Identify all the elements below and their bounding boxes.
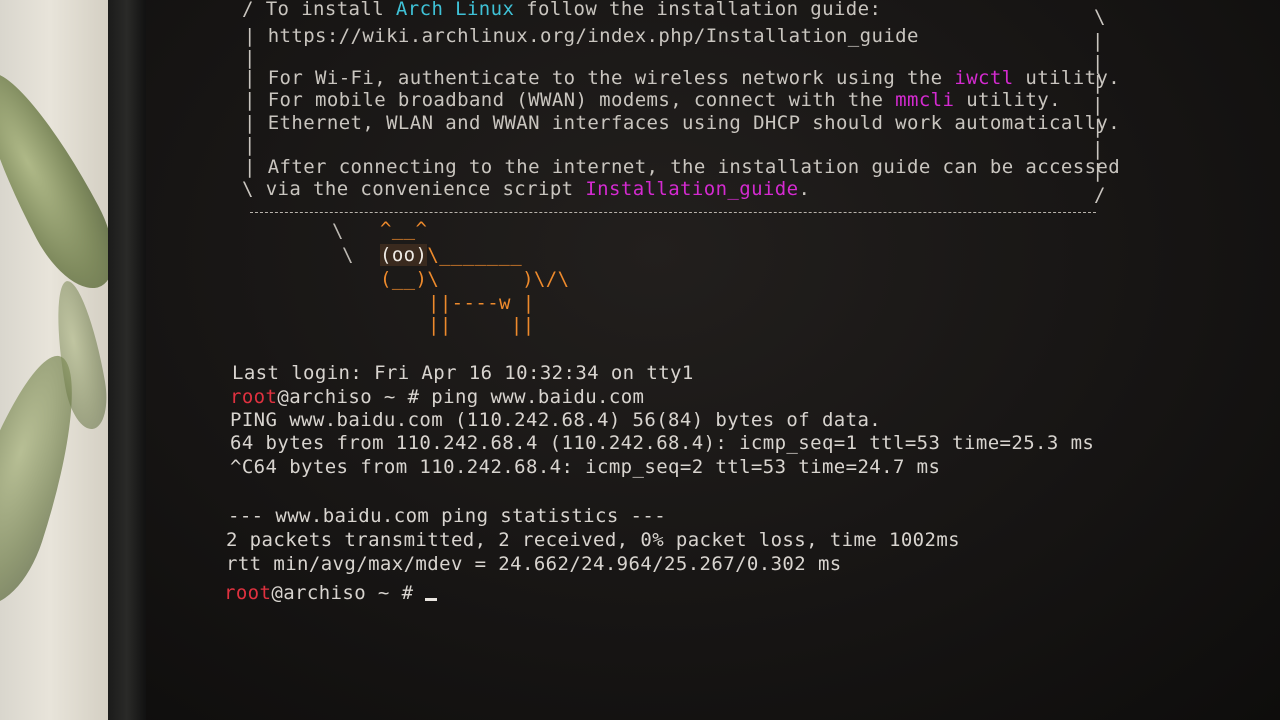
ping-stats-rtt: rtt min/avg/max/mdev = 24.662/24.964/25.… (226, 553, 842, 575)
cow-udder: ||----w | (428, 292, 535, 314)
motd-text: follow the installation guide: (514, 0, 882, 20)
motd-line-3: | For Wi-Fi, authenticate to the wireles… (244, 67, 1121, 89)
cow-rear: )\/\ (439, 268, 570, 290)
prompt-user: root (224, 582, 272, 604)
terminal-screen[interactable]: / To install Arch Linux follow the insta… (146, 0, 1280, 720)
motd-line-6: | After connecting to the internet, the … (244, 156, 1121, 178)
cow-mouth: (__)\ (380, 268, 440, 290)
cow-tail: \ (342, 244, 354, 266)
prompt-user: root (230, 386, 278, 408)
prompt-host: @archiso ~ # (277, 386, 432, 408)
entered-command: ping www.baidu.com (431, 386, 645, 408)
box-border: | (1092, 160, 1104, 182)
ping-stats-header: --- www.baidu.com ping statistics --- (228, 505, 667, 527)
arch-linux-highlight: Arch Linux (395, 0, 515, 20)
box-border: | (1092, 30, 1104, 52)
monitor-bezel (108, 0, 146, 720)
motd-line-4: | For mobile broadband (WWAN) modems, co… (244, 89, 1061, 111)
installation-guide-highlight: Installation_guide (585, 178, 799, 200)
box-border: | (1092, 72, 1104, 94)
cow-legs: || || (428, 314, 535, 336)
last-login-text: Last login: Fri Apr 16 10:32:34 on tty1 (232, 362, 694, 384)
guide-url: https://wiki.archlinux.org/index.php/Ins… (267, 25, 919, 47)
motd-text: After connecting to the internet, the in… (267, 156, 1121, 178)
ping-stats-packets: 2 packets transmitted, 2 received, 0% pa… (226, 529, 961, 551)
mmcli-highlight: mmcli (895, 89, 955, 111)
cow-body: (__)\ )\/\ (380, 268, 569, 290)
motd-text: Ethernet, WLAN and WWAN interfaces using… (267, 112, 1121, 134)
cow-back: \_______ (427, 244, 523, 266)
motd-text: via the convenience script (265, 178, 586, 200)
motd-line-7: \ via the convenience script Installatio… (242, 178, 811, 200)
motd-text: For Wi-Fi, authenticate to the wireless … (267, 67, 955, 89)
ping-reply: 64 bytes from 110.242.68.4 (110.242.68.4… (230, 432, 1095, 454)
ping-header: PING www.baidu.com (110.242.68.4) 56(84)… (230, 409, 882, 431)
box-corner: / (1094, 184, 1106, 206)
ping-reply: ^C64 bytes from 110.242.68.4: icmp_seq=2… (230, 456, 941, 478)
motd-text: For mobile broadband (WWAN) modems, conn… (267, 89, 896, 111)
motd-line-2: | https://wiki.archlinux.org/index.php/I… (244, 25, 919, 47)
motd-blank: | (244, 47, 256, 69)
cow-ears: ^__^ (380, 218, 428, 240)
cow-tail: \ (332, 220, 344, 242)
motd-text: To install (265, 0, 396, 20)
motd-blank: | (244, 134, 256, 156)
box-border: | (1092, 116, 1104, 138)
window-background (0, 0, 133, 720)
prompt-host: @archiso ~ # (271, 582, 426, 604)
cow-head: (oo)\_______ (380, 244, 522, 266)
box-corner: \ (1094, 6, 1106, 28)
text-cursor[interactable] (425, 598, 438, 601)
prompt-line: root@archiso ~ # ping www.baidu.com (230, 386, 644, 408)
iwctl-highlight: iwctl (954, 67, 1014, 89)
motd-text: utility. (1013, 67, 1121, 89)
box-bottom-rule (250, 212, 1096, 213)
cow-eyes: (oo) (380, 244, 428, 266)
motd-line-5: | Ethernet, WLAN and WWAN interfaces usi… (244, 112, 1121, 134)
motd-text: . (798, 178, 811, 200)
motd-line-1: / To install Arch Linux follow the insta… (242, 0, 882, 20)
prompt-line[interactable]: root@archiso ~ # (224, 582, 438, 604)
motd-text: utility. (954, 89, 1061, 111)
